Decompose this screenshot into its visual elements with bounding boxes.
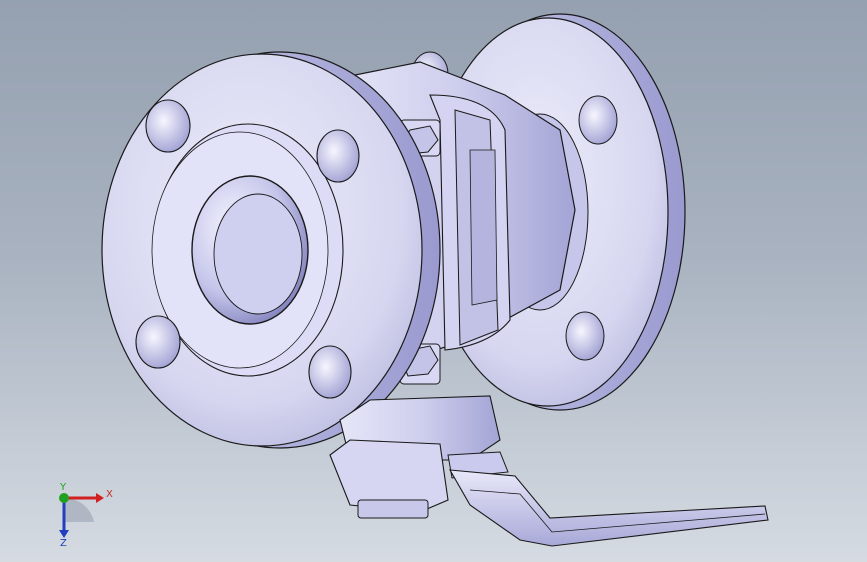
- ball-valve-model[interactable]: [0, 0, 867, 562]
- y-axis-label: Y: [59, 482, 67, 493]
- coordinate-triad: X Y Z: [59, 482, 113, 548]
- x-axis-arrowhead: [96, 493, 104, 503]
- graphics-viewport[interactable]: X Y Z: [0, 0, 867, 562]
- y-axis-origin: [59, 493, 69, 503]
- front-bolt-hole: [316, 129, 360, 183]
- rear-bolt-hole: [565, 311, 605, 361]
- lever-handle[interactable]: [448, 469, 769, 547]
- rear-bolt-hole: [578, 95, 618, 145]
- front-flange[interactable]: [101, 51, 441, 449]
- z-axis-label: Z: [60, 538, 67, 548]
- front-bolt-hole: [145, 99, 191, 153]
- x-axis-label: X: [106, 489, 113, 500]
- front-bolt-hole: [308, 345, 352, 399]
- z-axis-arrowhead: [59, 530, 69, 538]
- front-bolt-hole: [135, 315, 181, 369]
